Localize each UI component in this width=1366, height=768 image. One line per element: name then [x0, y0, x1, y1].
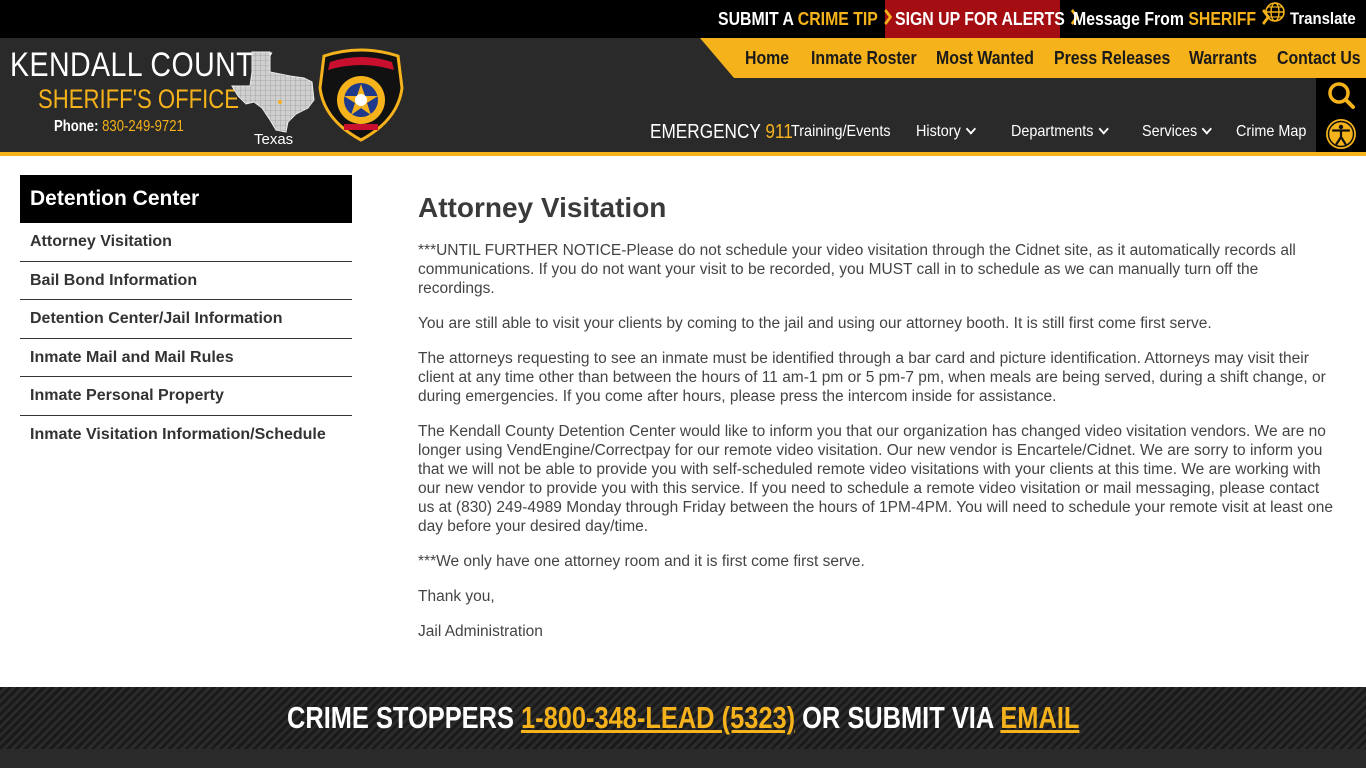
emergency-label: EMERGENCY: [650, 121, 761, 143]
search-button[interactable]: [1316, 78, 1366, 114]
search-icon: [1328, 82, 1355, 109]
sheriff-badge-logo[interactable]: [318, 48, 404, 142]
msg-prefix: Message From: [1073, 9, 1189, 29]
phone-number[interactable]: 830-249-9721: [102, 118, 184, 135]
crime-stoppers-email-link[interactable]: EMAIL: [1000, 700, 1079, 735]
nav-history[interactable]: History: [916, 112, 976, 152]
crime-tip-prefix: SUBMIT A: [718, 9, 798, 29]
nav-departments-label: Departments: [1011, 123, 1094, 140]
message-from-sheriff-link[interactable]: Message From SHERIFF: [1073, 0, 1271, 38]
texas-map-icon: [231, 51, 315, 133]
submit-crime-tip-link[interactable]: SUBMIT A CRIME TIP: [718, 0, 892, 38]
crime-stoppers-prefix: CRIME STOPPERS: [286, 700, 521, 735]
crime-tip-highlight: CRIME TIP: [797, 9, 878, 29]
crime-stoppers-phone-link[interactable]: 1-800-348-LEAD (5323): [521, 700, 795, 735]
nav-most-wanted[interactable]: Most Wanted: [936, 38, 1034, 78]
accessibility-button[interactable]: [1316, 114, 1366, 152]
paragraph-signature: Jail Administration: [418, 623, 543, 640]
nav-crime-map[interactable]: Crime Map: [1236, 112, 1306, 152]
emergency-number: 911: [765, 121, 793, 143]
sidebar-item-visitation-schedule[interactable]: Inmate Visitation Information/Schedule: [20, 416, 352, 455]
phone-label: Phone:: [54, 118, 99, 135]
nav-contact-us[interactable]: Contact Us: [1277, 38, 1361, 78]
chevron-down-icon: [1098, 123, 1109, 135]
nav-departments[interactable]: Departments: [1011, 112, 1109, 152]
sidebar-title: Detention Center: [20, 175, 352, 223]
sidebar-item-personal-property[interactable]: Inmate Personal Property: [20, 377, 352, 416]
alerts-label: SIGN UP FOR ALERTS: [895, 9, 1065, 29]
translate-label: Translate: [1290, 9, 1356, 28]
nav-history-label: History: [916, 123, 961, 140]
texas-label: Texas: [254, 131, 294, 148]
nav-services[interactable]: Services: [1142, 112, 1213, 152]
brand-subtitle[interactable]: SHERIFF'S OFFICE: [38, 84, 239, 115]
sign-up-alerts-link[interactable]: SIGN UP FOR ALERTS: [895, 0, 1079, 38]
crime-stoppers-middle: OR SUBMIT VIA: [794, 700, 1001, 735]
emergency-911-link[interactable]: EMERGENCY 911: [650, 112, 793, 152]
paragraph-one-room: ***We only have one attorney room and it…: [418, 553, 865, 570]
page-title: Attorney Visitation: [418, 192, 667, 223]
nav-services-label: Services: [1142, 123, 1198, 140]
nav-home[interactable]: Home: [745, 38, 789, 78]
crime-stoppers-text: CRIME STOPPERS 1-800-348-LEAD (5323) OR …: [0, 687, 1366, 749]
sidebar-item-inmate-mail[interactable]: Inmate Mail and Mail Rules: [20, 339, 352, 377]
chevron-right-icon: [883, 0, 892, 38]
msg-highlight: SHERIFF: [1188, 9, 1257, 29]
globe-icon: [1264, 0, 1286, 37]
header-divider: [0, 152, 1366, 156]
accessibility-icon: [1326, 119, 1356, 149]
paragraph-booth: You are still able to visit your clients…: [418, 315, 1212, 332]
sidebar-item-bail-bond[interactable]: Bail Bond Information: [20, 262, 352, 300]
chevron-down-icon: [965, 123, 976, 135]
sidebar-item-jail-information[interactable]: Detention Center/Jail Information: [20, 300, 352, 339]
nav-warrants[interactable]: Warrants: [1189, 38, 1257, 78]
header-phone[interactable]: Phone: 830-249-9721: [54, 118, 184, 136]
paragraph-vendor-change: The Kendall County Detention Center woul…: [418, 423, 1334, 535]
footer-bottom-bar: [0, 749, 1366, 768]
paragraph-thank-you: Thank you,: [418, 588, 495, 605]
paragraph-identification: The attorneys requesting to see an inmat…: [418, 350, 1326, 405]
sidebar-item-attorney-visitation[interactable]: Attorney Visitation: [20, 223, 352, 262]
chevron-down-icon: [1202, 123, 1213, 135]
translate-button[interactable]: Translate: [1264, 0, 1365, 38]
nav-training-events[interactable]: Training/Events: [791, 112, 891, 152]
paragraph-notice: ***UNTIL FURTHER NOTICE-Please do not sc…: [418, 242, 1296, 297]
nav-press-releases[interactable]: Press Releases: [1054, 38, 1170, 78]
nav-inmate-roster[interactable]: Inmate Roster: [811, 38, 917, 78]
